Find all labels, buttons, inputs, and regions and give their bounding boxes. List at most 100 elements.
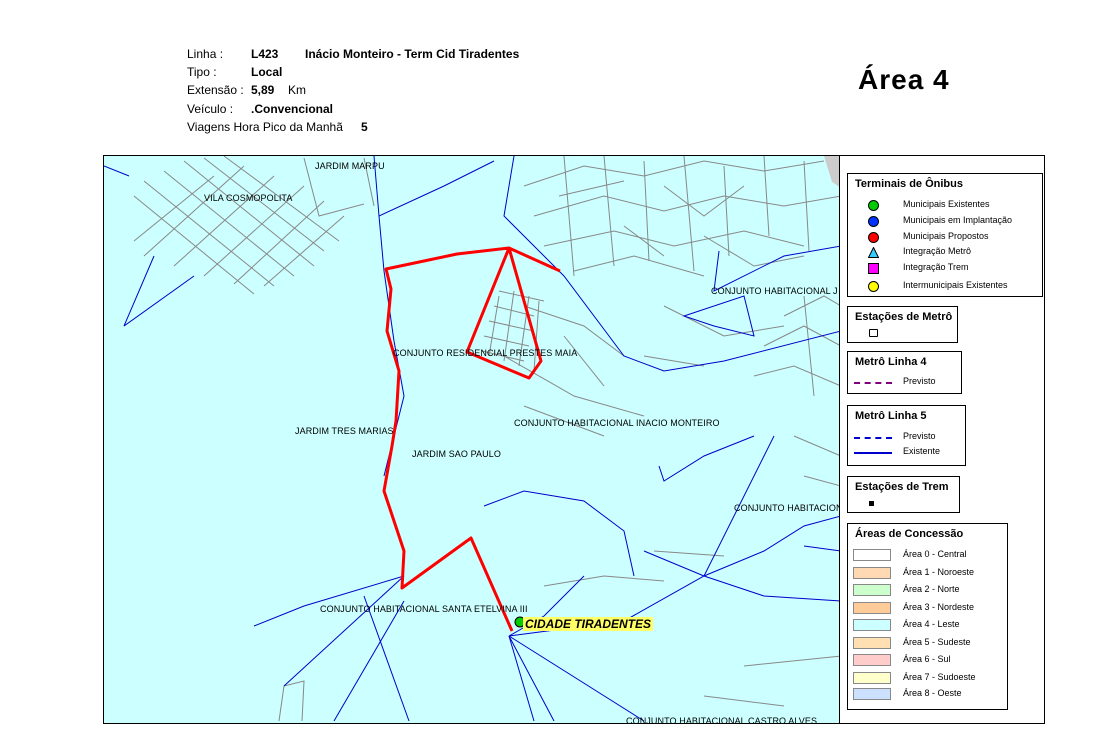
legend-estacoes-trem: Estações de Trem	[847, 476, 960, 513]
legend-estacoes-trem-title: Estações de Trem	[855, 481, 949, 493]
blue-circle-icon	[868, 216, 879, 227]
legend-terminais-title: Terminais de Ônibus	[855, 178, 963, 190]
legend-metro-linha5: Metrô Linha 5 Previsto Existente	[847, 405, 966, 466]
legend-item-label: Municipais Existentes	[903, 199, 990, 209]
area-swatch	[853, 688, 891, 700]
route-map[interactable]: JARDIM MARPU VILA COSMOPOLITA CONJUNTO H…	[103, 155, 840, 724]
blue-solid-line-icon	[854, 452, 892, 454]
legend-area-2: Área 2 - Norte	[848, 583, 1007, 598]
triangle-icon	[868, 247, 879, 258]
legend-metro-linha4: Metrô Linha 4 Previsto	[847, 351, 962, 394]
legend-area-3: Área 3 - Nordeste	[848, 601, 1007, 616]
veiculo-label: Veículo :	[187, 102, 234, 116]
legend-area-4: Área 4 - Leste	[848, 618, 1007, 633]
area-swatch	[853, 602, 891, 614]
place-conj-inacio-monteiro: CONJUNTO HABITACIONAL INACIO MONTEIRO	[514, 418, 720, 428]
purple-dashed-line-icon	[854, 382, 892, 384]
legend-item-label: Municipais Propostos	[903, 231, 989, 241]
area-swatch	[853, 654, 891, 666]
place-conj-habitacional-j: CONJUNTO HABITACIONAL J	[711, 286, 838, 296]
legend-item-intermunicipais: Intermunicipais Existentes	[848, 279, 1042, 294]
train-station-icon	[869, 501, 874, 506]
place-vila-cosmopolita: VILA COSMOPOLITA	[204, 193, 293, 203]
legend-metro-linha5-title: Metrô Linha 5	[855, 410, 927, 422]
legend-item-label: Integração Metrô	[903, 246, 972, 256]
blue-line-network[interactable]	[104, 156, 840, 722]
map-canvas	[104, 156, 840, 722]
red-circle-icon	[868, 232, 879, 243]
legend-item-label: Área 1 - Noroeste	[903, 567, 975, 577]
legend-area-6: Área 6 - Sul	[848, 653, 1007, 668]
viagens-value: 5	[361, 120, 368, 134]
extensao-value: 5,89	[251, 83, 275, 97]
legend-item-label: Previsto	[903, 431, 936, 441]
area-swatch	[853, 672, 891, 684]
tipo-label: Tipo :	[187, 65, 217, 79]
legend-item-label: Integração Trem	[903, 262, 969, 272]
legend-areas-concessao: Áreas de Concessão Área 0 - Central Área…	[847, 523, 1008, 710]
magenta-square-icon	[868, 263, 879, 274]
street-grid-northwest	[133, 156, 375, 295]
legend-areas-title: Áreas de Concessão	[855, 528, 964, 540]
outside-area-land	[824, 156, 839, 187]
legend-area-1: Área 1 - Noroeste	[848, 566, 1007, 581]
legend-area-8: Área 8 - Oeste	[848, 687, 1007, 702]
legend-item-municipais-implantacao: Municipais em Implantação	[848, 214, 1042, 229]
legend-estacoes-metro-title: Estações de Metrô	[855, 311, 953, 323]
area-swatch	[853, 584, 891, 596]
legend-item-label: Área 8 - Oeste	[903, 688, 962, 698]
legend-item-label: Municipais em Implantação	[903, 215, 1013, 225]
linha-code: L423	[251, 47, 279, 61]
yellow-circle-icon	[868, 281, 879, 292]
veiculo-value: .Convencional	[251, 102, 334, 116]
legend-item-label: Área 6 - Sul	[903, 654, 951, 664]
legend-item-label: Área 2 - Norte	[903, 584, 960, 594]
legend-estacoes-metro: Estações de Metrô	[847, 306, 958, 343]
legend-item-label: Área 4 - Leste	[903, 619, 960, 629]
legend-item-municipais-existentes: Municipais Existentes	[848, 198, 1042, 213]
terminal-label[interactable]: CIDADE TIRADENTES	[523, 617, 654, 631]
legend-terminais: Terminais de Ônibus Municipais Existente…	[847, 173, 1043, 297]
bus-route-l423[interactable]	[382, 246, 561, 632]
street-grid-east	[503, 295, 839, 486]
place-conj-santa-etelvina: CONJUNTO HABITACIONAL SANTA ETELVINA III	[320, 604, 528, 614]
place-jardim-marpu: JARDIM MARPU	[315, 161, 385, 171]
line-info-header: Linha : L423 Inácio Monteiro - Term Cid …	[187, 45, 607, 137]
place-conj-prestes-maia: CONJUNTO RESIDENCIAL PRESTES MAIA	[393, 348, 578, 358]
legend-area-5: Área 5 - Sudeste	[848, 636, 1007, 651]
blue-dashed-line-icon	[854, 437, 892, 439]
legend-item-label: Área 7 - Sudoeste	[903, 672, 976, 682]
legend-item-label: Área 0 - Central	[903, 549, 967, 559]
extensao-unit: Km	[288, 83, 306, 97]
legend-item-integracao-metro: Integração Metrô	[848, 245, 1042, 260]
legend-item-integracao-trem: Integração Trem	[848, 261, 1042, 276]
legend-item-label: Previsto	[903, 376, 936, 386]
legend-item-label: Intermunicipais Existentes	[903, 280, 1008, 290]
area-swatch	[853, 567, 891, 579]
legend-panel: Terminais de Ônibus Municipais Existente…	[840, 155, 1045, 724]
legend-area-0: Área 0 - Central	[848, 548, 1007, 563]
legend-area-7: Área 7 - Sudoeste	[848, 671, 1007, 686]
place-jardim-sao-paulo: JARDIM SAO PAULO	[412, 449, 501, 459]
place-jardim-tres-marias: JARDIM TRES MARIAS	[295, 426, 394, 436]
green-circle-icon	[868, 200, 879, 211]
legend-item-label: Existente	[903, 446, 941, 456]
place-conj-habitacion: CONJUNTO HABITACION	[734, 503, 840, 513]
viagens-label: Viagens Hora Pico da Manhã	[187, 120, 343, 134]
area-swatch	[853, 619, 891, 631]
linha-name: Inácio Monteiro - Term Cid Tiradentes	[305, 47, 520, 61]
legend-metro-linha4-title: Metrô Linha 4	[855, 356, 927, 368]
linha-label: Linha :	[187, 47, 224, 61]
legend-item-label: Área 5 - Sudeste	[903, 637, 971, 647]
legend-item-label: Área 3 - Nordeste	[903, 602, 975, 612]
tipo-value: Local	[251, 65, 283, 79]
street-grid-south	[278, 550, 839, 722]
area-title: Área 4	[858, 64, 950, 95]
area-swatch	[853, 549, 891, 561]
metro-station-icon	[869, 329, 878, 337]
legend-item-municipais-propostos: Municipais Propostos	[848, 230, 1042, 245]
place-conj-castro-alves: CONJUNTO HABITACIONAL CASTRO ALVES	[626, 716, 818, 724]
area-swatch	[853, 637, 891, 649]
extensao-label: Extensão :	[187, 83, 244, 97]
street-grid-prestes-maia	[481, 290, 545, 372]
